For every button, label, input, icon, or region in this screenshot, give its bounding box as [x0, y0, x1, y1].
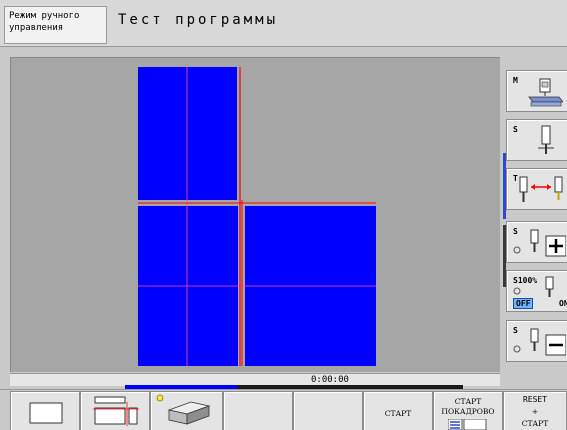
bottom-softkey-bar: СТАРТ СТАРТ ПОКАДРОВО RESET + СТАРТ	[0, 389, 567, 430]
m-function-softkey[interactable]: M	[506, 70, 567, 112]
spindle-speed-minus-softkey[interactable]: S	[506, 320, 567, 362]
start-label-2: СТАРТ	[521, 419, 549, 428]
three-planes-icon	[93, 396, 139, 426]
workpiece-block-top	[138, 67, 237, 200]
spindle-override-softkey[interactable]: S100% OFF ON	[506, 270, 567, 312]
start-label: СТАРТ	[384, 409, 412, 418]
override-on-toggle[interactable]: ON	[559, 299, 567, 308]
page-title: Тест программы	[118, 12, 279, 28]
tool-change-icon	[519, 176, 563, 202]
start-softkey[interactable]: СТАРТ	[363, 391, 433, 430]
reset-start-softkey[interactable]: RESET + СТАРТ	[503, 391, 567, 430]
single-block-icon	[448, 419, 487, 430]
plus-label: +	[531, 407, 539, 416]
view-3d-softkey[interactable]	[150, 391, 223, 430]
spindle-speed-plus-softkey[interactable]: S	[506, 221, 567, 263]
view-plan-softkey[interactable]	[10, 391, 80, 430]
3d-block-icon	[156, 394, 211, 425]
softkey-label: M	[513, 76, 518, 85]
empty-softkey-5[interactable]	[293, 391, 363, 430]
side-softkey-panel: M S T S S100% OFF ON S	[503, 57, 567, 387]
spindle-tool-icon	[538, 125, 554, 154]
start-single-block-softkey[interactable]: СТАРТ ПОКАДРОВО	[433, 391, 503, 430]
header-bar: Режим ручного управления Тест программы	[0, 0, 567, 47]
simulation-viewport[interactable]	[10, 57, 500, 372]
tool-change-softkey[interactable]: T	[506, 168, 567, 210]
workpiece-graphic	[138, 67, 376, 366]
view-planes-softkey[interactable]	[80, 391, 150, 430]
machine-table-icon	[528, 78, 563, 107]
operating-mode-label: Режим ручного управления	[4, 6, 107, 44]
start-single-label-1: СТАРТ	[454, 397, 482, 406]
plan-view-icon	[29, 402, 63, 424]
softkey-label: S	[513, 125, 518, 134]
spindle-minus-icon	[513, 328, 566, 356]
spindle-plus-icon	[513, 229, 566, 257]
override-off-toggle[interactable]: OFF	[513, 298, 534, 309]
empty-softkey-4[interactable]	[223, 391, 293, 430]
reset-label: RESET	[522, 395, 548, 404]
spindle-softkey[interactable]: S	[506, 119, 567, 161]
start-single-label-2: ПОКАДРОВО	[441, 407, 495, 416]
